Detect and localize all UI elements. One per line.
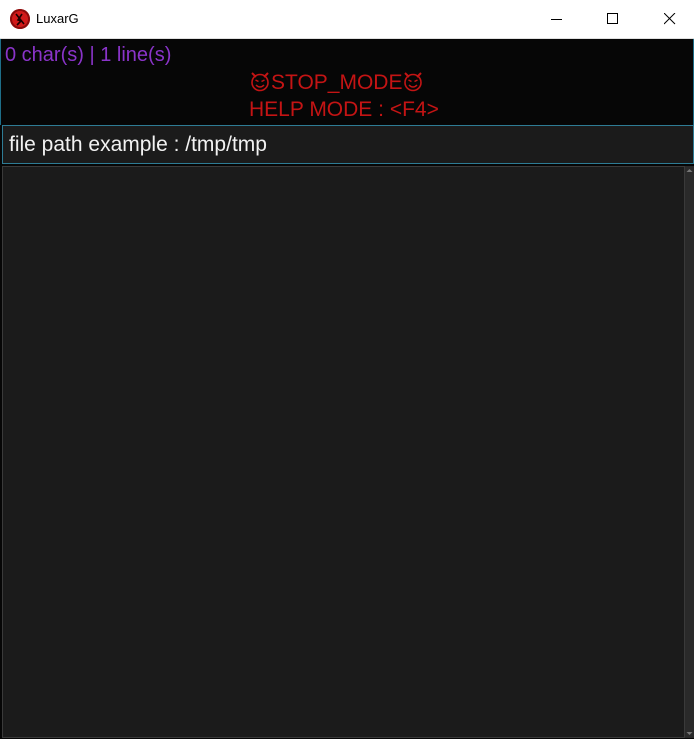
char-line-counter: 0 char(s) | 1 line(s): [5, 44, 172, 66]
mode-indicator: STOP_MODE: [249, 70, 424, 96]
status-area: 0 char(s) | 1 line(s) STOP_MODE HELP MOD…: [0, 39, 694, 125]
window-title: LuxarG: [36, 11, 79, 26]
title-bar[interactable]: LuxarG: [0, 0, 694, 39]
help-mode-hint: HELP MODE : <F4>: [249, 98, 439, 121]
smiling-devil-icon: [251, 72, 269, 92]
smiling-devil-icon: [404, 72, 423, 92]
luxarg-window: LuxarG 0 char(s) | 1 line(s) STOP_MODE H…: [0, 0, 694, 739]
luxarg-app-icon: [10, 9, 30, 29]
minimize-icon: [551, 19, 562, 20]
minimize-button[interactable]: [534, 0, 580, 38]
text-editor[interactable]: [2, 166, 685, 738]
scroll-up-arrow-icon[interactable]: [685, 166, 694, 175]
file-path-input[interactable]: [2, 125, 694, 164]
editor-scrollbar[interactable]: [685, 166, 694, 738]
scroll-down-arrow-icon[interactable]: [685, 729, 694, 738]
close-icon: [664, 13, 676, 25]
close-button[interactable]: [647, 0, 693, 38]
maximize-icon: [607, 13, 618, 24]
mode-label: STOP_MODE: [271, 71, 403, 94]
maximize-button[interactable]: [590, 0, 636, 38]
